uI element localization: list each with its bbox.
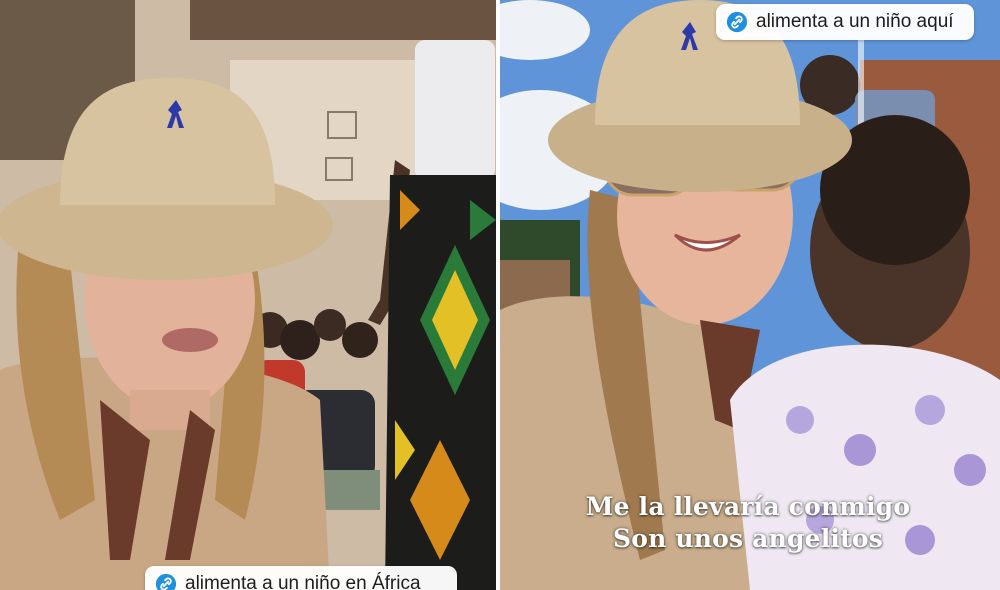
link-icon bbox=[726, 11, 748, 33]
link-sticker-right[interactable]: alimenta a un niño aquí bbox=[716, 4, 974, 40]
link-sticker-text: alimenta a un niño en África bbox=[185, 573, 421, 590]
caption-line-2: Son unos angelitos bbox=[612, 524, 884, 553]
right-photo-panel: alimenta a un niño aquí Me la llevaría c… bbox=[500, 0, 1000, 590]
link-sticker-text: alimenta a un niño aquí bbox=[756, 11, 954, 32]
left-photo bbox=[0, 0, 496, 590]
link-icon bbox=[155, 573, 177, 590]
caption-line-1: Me la llevaría conmigo bbox=[585, 492, 911, 521]
left-photo-panel: alimenta a un niño en África bbox=[0, 0, 496, 590]
link-sticker-left[interactable]: alimenta a un niño en África bbox=[145, 566, 457, 590]
